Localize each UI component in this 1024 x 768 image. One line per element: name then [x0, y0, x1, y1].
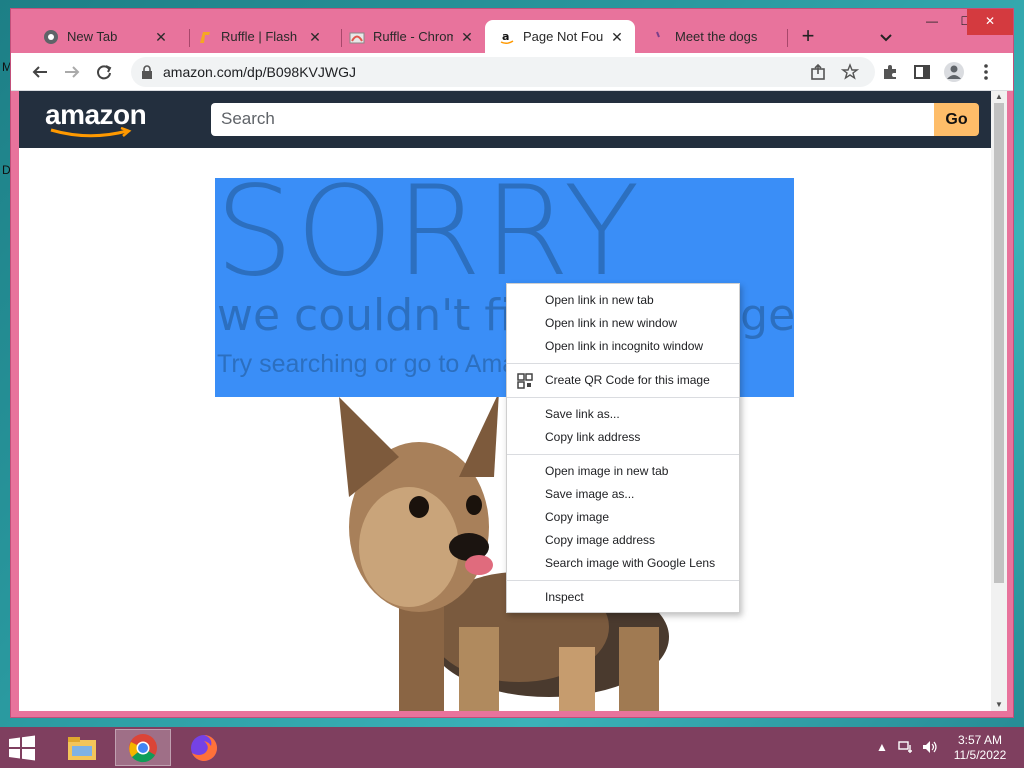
show-hidden-icons-icon[interactable]: ▲: [876, 740, 888, 754]
menu-open-link-new-window[interactable]: Open link in new window: [507, 312, 739, 335]
firefox-icon[interactable]: [176, 729, 232, 766]
taskbar: ▲ 3:57 AM 11/5/2022: [0, 727, 1024, 768]
tab-ruffle-chrome[interactable]: Ruffle - Chrome ✕: [335, 20, 485, 53]
file-explorer-icon[interactable]: [54, 729, 110, 766]
menu-open-image-new-tab[interactable]: Open image in new tab: [507, 460, 739, 483]
bookmark-star-icon[interactable]: [839, 61, 861, 83]
amazon-smile-icon: [50, 127, 132, 138]
menu-copy-image-address[interactable]: Copy image address: [507, 529, 739, 552]
network-icon[interactable]: [898, 740, 914, 757]
clock-time: 3:57 AM: [957, 733, 1003, 747]
tab-strip: New Tab ✕ Ruffle | Flash Pla ✕ Ruffle - …: [11, 9, 1013, 53]
dogs-icon: [651, 29, 667, 45]
go-button[interactable]: Go: [934, 103, 979, 136]
menu-search-google-lens[interactable]: Search image with Google Lens: [507, 552, 739, 575]
menu-separator: [507, 580, 739, 581]
chevron-down-icon[interactable]: [876, 27, 896, 47]
tab-title: Meet the dogs: [675, 29, 758, 44]
page-viewport: amazon Search Go SORRY we couldn't find …: [19, 91, 991, 711]
profile-avatar-icon[interactable]: [943, 61, 965, 83]
forward-icon[interactable]: [61, 61, 83, 83]
menu-item-label: Create QR Code for this image: [545, 373, 710, 387]
tab-title: New Tab: [67, 29, 118, 44]
volume-icon[interactable]: [922, 740, 938, 757]
context-menu: Open link in new tab Open link in new wi…: [506, 283, 740, 613]
address-bar[interactable]: amazon.com/dp/B098KVJWGJ: [131, 57, 875, 87]
chrome-icon: [43, 29, 59, 45]
browser-window: New Tab ✕ Ruffle | Flash Pla ✕ Ruffle - …: [10, 8, 1014, 718]
menu-inspect[interactable]: Inspect: [507, 586, 739, 609]
menu-save-link-as[interactable]: Save link as...: [507, 403, 739, 426]
amazon-icon: a: [499, 29, 515, 45]
menu-create-qr-code[interactable]: Create QR Code for this image: [507, 369, 739, 392]
menu-open-link-incognito[interactable]: Open link in incognito window: [507, 335, 739, 358]
tab-title: Ruffle - Chrome: [373, 29, 453, 44]
tab-page-not-found[interactable]: a Page Not Found ✕: [485, 20, 635, 53]
lock-icon: [141, 65, 153, 84]
share-icon[interactable]: [807, 61, 829, 83]
extensions-icon[interactable]: [879, 61, 901, 83]
search-input[interactable]: Search: [211, 103, 934, 136]
system-clock[interactable]: 3:57 AM 11/5/2022: [947, 733, 1013, 763]
clock-date: 11/5/2022: [953, 748, 1007, 762]
menu-separator: [507, 454, 739, 455]
tab-title: Page Not Found: [523, 29, 603, 44]
scroll-down-icon[interactable]: ▼: [994, 701, 1004, 709]
scroll-up-icon[interactable]: ▲: [994, 93, 1004, 101]
tab-separator: [787, 29, 788, 47]
svg-text:a: a: [502, 30, 509, 43]
amazon-header: amazon Search Go: [19, 91, 991, 148]
browser-toolbar: amazon.com/dp/B098KVJWGJ: [11, 53, 1013, 91]
menu-separator: [507, 397, 739, 398]
tab-close-icon[interactable]: ✕: [307, 29, 323, 45]
url-text[interactable]: amazon.com/dp/B098KVJWGJ: [163, 64, 356, 80]
tab-new-tab[interactable]: New Tab ✕: [29, 20, 179, 53]
qr-code-icon: [517, 373, 533, 397]
close-window-button[interactable]: ✕: [967, 9, 1013, 35]
back-icon[interactable]: [29, 61, 51, 83]
tab-close-icon[interactable]: ✕: [609, 29, 625, 45]
ruffle-icon: [197, 29, 213, 45]
windows-start-icon[interactable]: [8, 735, 36, 766]
reload-icon[interactable]: [93, 61, 115, 83]
tab-ruffle-flash[interactable]: Ruffle | Flash Pla ✕: [183, 20, 333, 53]
page-scrollbar[interactable]: ▲ ▼: [991, 91, 1007, 711]
chrome-webstore-icon: [349, 29, 365, 45]
tab-close-icon[interactable]: ✕: [153, 29, 169, 45]
chrome-icon[interactable]: [115, 729, 171, 766]
menu-copy-image[interactable]: Copy image: [507, 506, 739, 529]
side-panel-icon[interactable]: [911, 61, 933, 83]
tab-close-icon[interactable]: ✕: [459, 29, 475, 45]
new-tab-button[interactable]: +: [797, 25, 819, 48]
tab-meet-the-dogs[interactable]: Meet the dogs: [637, 20, 787, 53]
menu-open-link-new-tab[interactable]: Open link in new tab: [507, 289, 739, 312]
menu-copy-link-address[interactable]: Copy link address: [507, 426, 739, 449]
tab-title: Ruffle | Flash Pla: [221, 29, 301, 44]
menu-separator: [507, 363, 739, 364]
menu-save-image-as[interactable]: Save image as...: [507, 483, 739, 506]
menu-kebab-icon[interactable]: [975, 61, 997, 83]
minimize-button[interactable]: —: [915, 9, 949, 35]
scrollbar-thumb[interactable]: [994, 103, 1004, 583]
